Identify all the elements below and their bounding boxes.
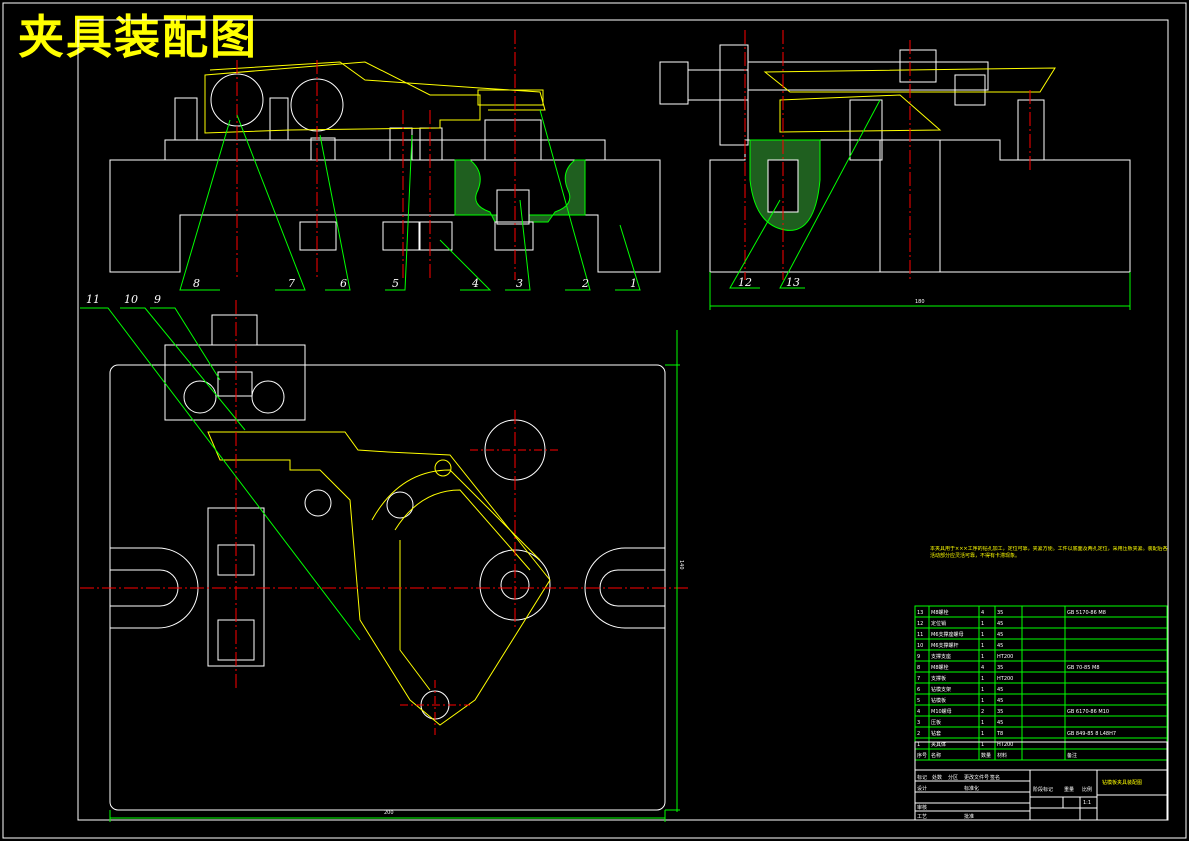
bom-row-qty: 1 — [981, 643, 984, 649]
tb-label-zone: 分区 — [948, 774, 958, 781]
bom-row-qty: 1 — [981, 742, 984, 748]
bom-row-name: 钻套 — [931, 730, 941, 737]
tb-scale-value: 1:1 — [1083, 800, 1091, 806]
bom-row-no: 3 — [917, 720, 920, 726]
cad-drawing-canvas: 8 7 6 5 4 3 2 1 12 13 180 11 10 9 200 14… — [2, 2, 1187, 839]
bom-row-name: 支撑支座 — [931, 653, 951, 660]
bom-row-qty: 1 — [981, 621, 984, 627]
bom-row-std: GB 5170-86 M8 — [1067, 610, 1106, 616]
callout-12: 12 — [738, 276, 752, 289]
bom-header-no: 序号 — [917, 752, 927, 759]
callout-1: 1 — [630, 277, 637, 290]
bom-row-qty: 1 — [981, 654, 984, 660]
bom-row-no: 2 — [917, 731, 920, 737]
bom-row-mat: 45 — [997, 687, 1003, 693]
bom-row-name: 支撑板 — [931, 675, 946, 682]
tb-label-mark: 标记 — [917, 774, 927, 781]
tb-label-design: 设计 — [917, 785, 927, 792]
callout-11: 11 — [86, 293, 100, 306]
bom-row-qty: 1 — [981, 731, 984, 737]
technical-notes: 本夹具用于×××工序的钻孔加工，定位可靠，夹紧方便。工件以底面及两孔定位，采用压… — [930, 546, 1168, 559]
bom-header-std: 备注 — [1067, 752, 1077, 759]
bom-row-mat: 45 — [997, 632, 1003, 638]
bom-header-mat: 材料 — [997, 752, 1007, 759]
bom-row-no: 7 — [917, 676, 920, 682]
callout-13: 13 — [786, 276, 800, 289]
bom-row-no: 13 — [917, 610, 923, 616]
tb-label-review: 审核 — [917, 804, 927, 811]
dimension-plan-height: 140 — [678, 560, 684, 570]
bom-row-mat: HT200 — [997, 676, 1013, 682]
tb-label-sign: 签名 — [990, 774, 1000, 781]
bom-row-qty: 1 — [981, 676, 984, 682]
bom-row-no: 5 — [917, 698, 920, 704]
bom-row-name: M6支撑座螺母 — [931, 631, 964, 638]
bom-row-mat: 45 — [997, 643, 1003, 649]
bom-row-qty: 2 — [981, 709, 984, 715]
bom-row-name: 钻模板 — [931, 697, 946, 704]
tb-label-standard: 标准化 — [964, 785, 979, 792]
bom-row-mat: HT200 — [997, 742, 1013, 748]
callout-9: 9 — [154, 293, 161, 306]
bom-row-mat: 35 — [997, 709, 1003, 715]
tb-stage-label: 阶段标记 — [1033, 786, 1053, 793]
callout-3: 3 — [516, 277, 523, 290]
drawing-name: 钻模板夹具装配图 — [1102, 779, 1142, 786]
bom-row-mat: T8 — [996, 731, 1003, 737]
bom-row-no: 9 — [917, 654, 920, 660]
bom-row-qty: 1 — [981, 632, 984, 638]
bom-row-name: 定位销 — [931, 620, 946, 627]
dimension-side-width: 180 — [915, 299, 925, 305]
bom-row-name: M10螺母 — [931, 708, 952, 715]
tb-label-process: 工艺 — [917, 814, 927, 820]
bom-header-name: 名称 — [931, 752, 941, 759]
callout-10: 10 — [124, 293, 138, 306]
bom-row-name: M6支撑螺杆 — [931, 642, 959, 649]
bom-row-std: GB 70-85 M8 — [1067, 665, 1100, 671]
callout-8: 8 — [193, 277, 200, 290]
callout-2: 2 — [581, 277, 589, 290]
callout-7: 7 — [288, 277, 295, 290]
bom-row-name: M8螺栓 — [931, 609, 949, 616]
bom-row-no: 10 — [917, 643, 923, 649]
bom-row-mat: 35 — [997, 610, 1003, 616]
bom-row-no: 11 — [917, 632, 923, 638]
tb-label-approve: 批准 — [964, 813, 974, 820]
front-view — [109, 30, 661, 291]
tb-weight-label: 重量 — [1064, 786, 1074, 793]
bom-row-no: 4 — [917, 709, 920, 715]
bom-row-no: 6 — [917, 687, 920, 693]
tb-scale-label: 比例 — [1082, 786, 1092, 793]
callout-6: 6 — [340, 277, 347, 290]
bom-row-mat: 45 — [997, 720, 1003, 726]
bill-of-materials: 13 M8螺栓 4 35 GB 5170-86 M812 定位销 1 4511 M6支撑座螺母 1… — [914, 605, 1168, 761]
bom-row-qty: 1 — [981, 687, 984, 693]
bom-row-std: GB 6170-86 M10 — [1067, 709, 1109, 715]
bom-row-mat: HT200 — [997, 654, 1013, 660]
dimension-plan-width: 200 — [384, 810, 394, 816]
bom-row-name: 压板 — [931, 719, 941, 726]
bom-row-mat: 45 — [997, 698, 1003, 704]
title-block: 钻模板夹具装配图 标记 处数 分区 更改文件号 签名 设计 标准化 审核 工艺 … — [914, 741, 1168, 821]
side-view — [659, 30, 1131, 310]
bom-row-qty: 4 — [981, 610, 984, 616]
bom-row-mat: 35 — [997, 665, 1003, 671]
tb-label-count: 处数 — [932, 774, 942, 781]
bom-header-qty: 数量 — [981, 752, 991, 759]
bom-row-mat: 45 — [997, 621, 1003, 627]
bom-row-std: GB 849-85 8 L48H7 — [1067, 731, 1116, 737]
bom-row-no: 8 — [917, 665, 920, 671]
bom-row-qty: 1 — [981, 698, 984, 704]
bom-row-qty: 4 — [981, 665, 984, 671]
bom-row-qty: 1 — [981, 720, 984, 726]
callout-4: 4 — [471, 277, 479, 290]
bom-row-no: 1 — [917, 742, 920, 748]
plan-view — [80, 300, 690, 822]
bom-row-name: M8螺栓 — [931, 664, 949, 671]
bom-row-name: 钻模支架 — [931, 686, 951, 693]
bom-row-no: 12 — [917, 621, 923, 627]
callout-5: 5 — [392, 277, 399, 290]
tb-label-change: 更改文件号 — [964, 774, 989, 781]
front-view-callouts: 8 7 6 5 4 3 2 1 — [193, 277, 637, 290]
